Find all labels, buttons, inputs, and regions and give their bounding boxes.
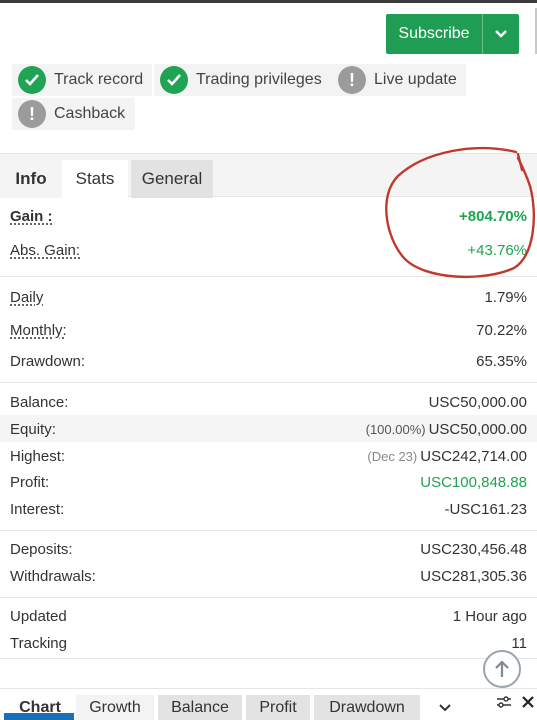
daily-value: 1.79%: [484, 289, 527, 306]
subscribe-button[interactable]: Subscribe: [386, 14, 519, 54]
equity-percent: (100.00%): [365, 422, 426, 437]
divider: [0, 382, 537, 383]
abs-gain-row: Abs. Gain: +43.76%: [10, 242, 527, 259]
monthly-label[interactable]: Monthly:: [10, 322, 67, 339]
badge-live-update: ! Live update: [332, 64, 466, 96]
badge-trading-privileges: Trading privileges: [154, 64, 332, 96]
divider: [0, 597, 537, 598]
equity-label: Equity:: [10, 421, 56, 438]
badge-label: Trading privileges: [196, 71, 322, 88]
active-tab-indicator: [4, 713, 74, 720]
tab-growth[interactable]: Growth: [76, 695, 154, 720]
divider: [0, 530, 537, 531]
monthly-row: Monthly: 70.22%: [10, 322, 527, 339]
tab-general[interactable]: General: [131, 160, 213, 198]
check-icon: [160, 66, 188, 94]
highest-row: Highest: (Dec 23) USC242,714.00: [10, 448, 527, 465]
monthly-value: 70.22%: [476, 322, 527, 339]
tab-profit[interactable]: Profit: [246, 695, 310, 720]
withdrawals-row: Withdrawals: USC281,305.36: [10, 568, 527, 585]
profit-value: USC100,848.88: [420, 474, 527, 491]
tab-balance[interactable]: Balance: [158, 695, 242, 720]
highest-value: USC242,714.00: [420, 448, 527, 465]
deposits-row: Deposits: USC230,456.48: [10, 541, 527, 558]
chart-tab-bar: Chart Growth Balance Profit Drawdown: [0, 688, 537, 720]
balance-label: Balance:: [10, 394, 69, 411]
equity-row: Equity: (100.00%) USC50,000.00: [10, 421, 527, 438]
tab-info[interactable]: Info: [0, 160, 62, 198]
abs-gain-label[interactable]: Abs. Gain:: [10, 242, 80, 259]
updated-row: Updated 1 Hour ago: [10, 608, 527, 625]
arrow-up-icon: [495, 660, 509, 677]
badge-cashback: ! Cashback: [12, 98, 135, 130]
deposits-label: Deposits:: [10, 541, 73, 558]
ad-controls: [496, 692, 534, 712]
tracking-row: Tracking 11: [10, 635, 527, 652]
scroll-to-top-button[interactable]: [483, 650, 521, 688]
tracking-label: Tracking: [10, 635, 67, 652]
chevron-down-icon[interactable]: [483, 29, 519, 39]
balance-value: USC50,000.00: [428, 394, 527, 411]
interest-label: Interest:: [10, 501, 65, 518]
interest-row: Interest: -USC161.23: [10, 501, 527, 518]
close-icon[interactable]: [522, 696, 534, 708]
gain-row: Gain : +804.70%: [10, 208, 527, 225]
badge-label: Live update: [374, 71, 457, 88]
settings-sliders-icon[interactable]: [496, 695, 512, 709]
balance-row: Balance: USC50,000.00: [10, 394, 527, 411]
badge-label: Track record: [54, 71, 144, 88]
deposits-value: USC230,456.48: [420, 541, 527, 558]
exclamation-icon: !: [18, 100, 46, 128]
badge-label: Cashback: [54, 105, 126, 122]
drawdown-value: 65.35%: [476, 353, 527, 370]
profit-label: Profit:: [10, 474, 50, 491]
top-status-bar: [0, 0, 537, 3]
gain-value: +804.70%: [459, 208, 527, 225]
drawdown-label: Drawdown:: [10, 353, 86, 370]
subscribe-label: Subscribe: [398, 25, 470, 42]
divider: [0, 276, 537, 277]
divider: [0, 658, 537, 659]
tracking-value: 11: [511, 635, 527, 652]
interest-value: -USC161.23: [444, 501, 527, 518]
daily-row: Daily 1.79%: [10, 289, 527, 306]
equity-value: USC50,000.00: [428, 421, 527, 438]
badge-track-record: Track record: [12, 64, 152, 96]
gain-label[interactable]: Gain :: [10, 208, 53, 225]
highest-label: Highest:: [10, 448, 66, 465]
daily-label[interactable]: Daily: [10, 289, 43, 306]
withdrawals-label: Withdrawals:: [10, 568, 96, 585]
chevron-down-icon[interactable]: [430, 695, 460, 720]
highest-date: (Dec 23): [367, 449, 418, 464]
abs-gain-value: +43.76%: [467, 242, 527, 259]
updated-label: Updated: [10, 608, 67, 625]
profit-row: Profit: USC100,848.88: [10, 474, 527, 491]
exclamation-icon: !: [338, 66, 366, 94]
drawdown-row: Drawdown: 65.35%: [10, 353, 527, 370]
withdrawals-value: USC281,305.36: [420, 568, 527, 585]
tab-drawdown[interactable]: Drawdown: [314, 695, 420, 720]
tab-stats[interactable]: Stats: [62, 160, 128, 198]
stats-tab-bar: Info Stats General: [0, 153, 537, 198]
updated-value: 1 Hour ago: [452, 608, 527, 625]
check-icon: [18, 66, 46, 94]
